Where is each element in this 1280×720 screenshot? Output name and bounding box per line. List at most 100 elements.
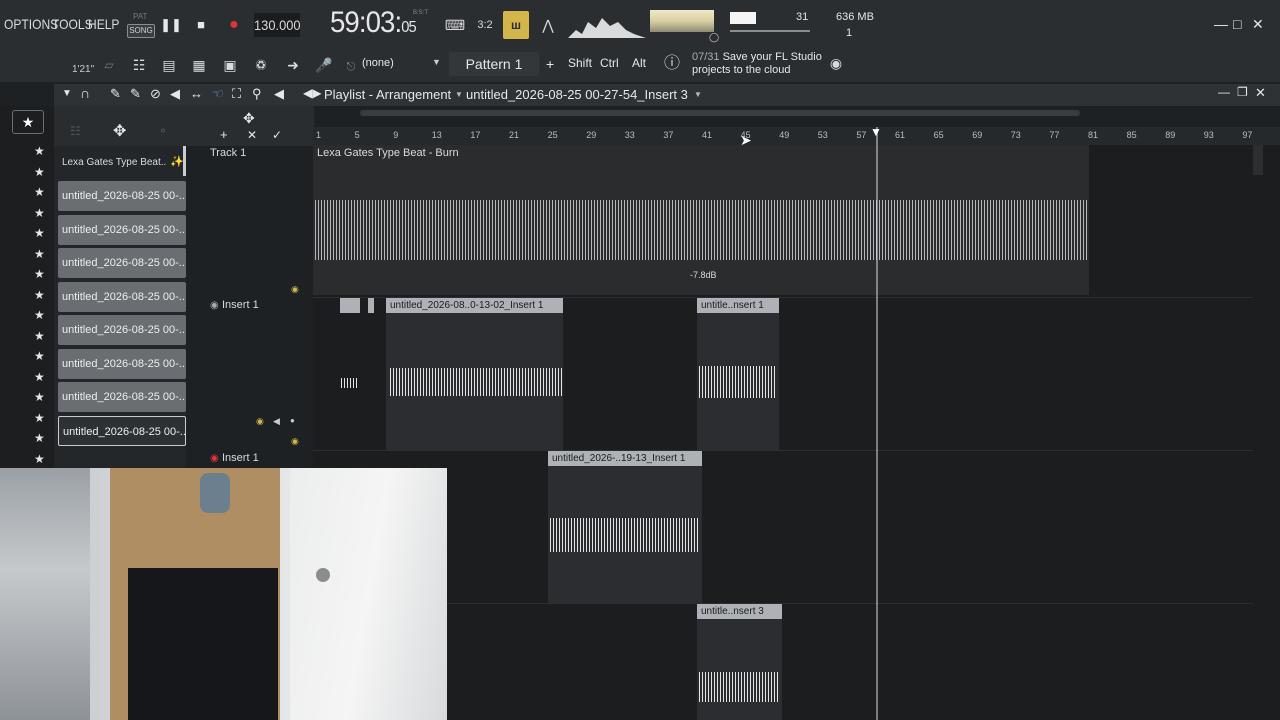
track-settings-icon[interactable]: ◉ (256, 416, 264, 427)
song-time-display[interactable]: 59:03:05 (330, 6, 417, 40)
tempo-display[interactable]: 130.000 (254, 13, 301, 37)
mixer-icon[interactable]: ♽ (249, 53, 273, 77)
arrow-right-icon[interactable]: ➜ (281, 53, 305, 77)
globe-icon[interactable]: ◉ (824, 51, 848, 75)
star-icon[interactable]: ★ (34, 267, 45, 281)
track-dot-icon[interactable]: ◉ (291, 436, 299, 447)
picker-clip[interactable]: untitled_2026-08-25 00-.. (58, 315, 186, 345)
close-icon[interactable]: ✕ (1255, 85, 1266, 101)
star-icon[interactable]: ★ (34, 288, 45, 302)
menu-tools[interactable]: TOOLS (52, 16, 93, 32)
chevron-down-icon[interactable]: ▼ (455, 90, 463, 99)
add-pattern-button[interactable]: + (546, 56, 554, 72)
star-icon[interactable]: ★ (34, 226, 45, 240)
star-icon[interactable]: ★ (34, 370, 45, 384)
countdown-icon[interactable]: 3:2 (473, 13, 497, 37)
star-icon[interactable]: ★ (34, 185, 45, 199)
star-icon[interactable]: ★ (34, 411, 45, 425)
picker-header[interactable]: Lexa Gates Type Beat.. (62, 157, 166, 168)
remove-icon[interactable]: ✕ (247, 128, 257, 142)
move-icon[interactable]: ✥ (113, 121, 126, 141)
star-icon[interactable]: ★ (34, 349, 45, 363)
maximize-icon[interactable]: □ (1233, 16, 1241, 32)
close-icon[interactable]: ✕ (1252, 16, 1264, 33)
picker-scrollbar[interactable] (183, 146, 186, 176)
playhead-marker-icon[interactable]: ▼ (870, 125, 882, 139)
channel-rack-icon[interactable]: ▣ (218, 53, 242, 77)
zoom-icon[interactable]: ⚲ (252, 86, 262, 102)
step-edit-icon[interactable]: ш (503, 11, 529, 39)
slip-icon[interactable]: ↔ (190, 86, 203, 101)
picker-clip-selected[interactable]: untitled_2026-08-25 00-.. (58, 416, 186, 446)
zoom-fit-icon[interactable]: ⛶ (232, 86, 241, 102)
pattern-selector[interactable]: Pattern 1 (449, 52, 539, 76)
track-dot-icon[interactable]: ◉ (291, 284, 299, 295)
snap-selector[interactable]: (none) (362, 57, 394, 69)
arrows-icon[interactable]: ◀▶ (303, 86, 321, 100)
piano-roll-icon[interactable]: ▤ (157, 53, 181, 77)
track-2-name[interactable]: Insert 1 (222, 299, 259, 311)
select-icon[interactable]: ☜ (212, 86, 224, 102)
playhead[interactable] (876, 127, 878, 720)
typing-keyboard-icon[interactable]: ⌨ (443, 13, 467, 37)
track-mute-icon[interactable]: ◉ (210, 300, 219, 311)
pause-icon[interactable]: ❚❚ (160, 14, 182, 36)
grid-icon[interactable]: ☷ (70, 124, 81, 138)
picker-clip[interactable]: untitled_2026-08-25 00-.. (58, 215, 186, 245)
magnet-icon[interactable]: ∩ (80, 85, 90, 101)
browser-icon[interactable]: ▦ (187, 53, 211, 77)
chevron-down-icon[interactable]: ▼ (694, 90, 702, 99)
star-icon[interactable]: ★ (34, 144, 45, 158)
track-record-icon[interactable]: ◉ (210, 453, 219, 464)
star-icon[interactable]: ★ (34, 206, 45, 220)
lock-icon[interactable]: ▱ (97, 53, 121, 77)
star-icon[interactable]: ★ (34, 329, 45, 343)
edit-icon[interactable]: ✓ (272, 128, 282, 142)
region-stub[interactable] (340, 298, 360, 313)
paint-icon[interactable]: ✎ (130, 86, 141, 102)
picker-clip[interactable]: untitled_2026-08-25 00-.. (58, 181, 186, 211)
track-1-name[interactable]: Track 1 (210, 147, 246, 159)
vertical-scrollbar[interactable] (1253, 145, 1263, 175)
mute-icon[interactable]: ◀ (170, 86, 180, 102)
region-stub[interactable] (368, 298, 374, 313)
track-rec-icon[interactable]: ● (290, 416, 295, 425)
record-icon[interactable]: ● (223, 14, 245, 36)
add-track-icon[interactable]: + (220, 127, 228, 142)
star-icon[interactable]: ★ (34, 390, 45, 404)
minimize-icon[interactable]: — (1218, 85, 1230, 99)
track-sound-icon[interactable]: ◀ (273, 416, 280, 427)
master-knob-icon[interactable]: ◯ (709, 32, 719, 43)
favorites-star-button[interactable]: ★ (12, 110, 44, 134)
song-mode-button[interactable]: SONG (127, 24, 155, 38)
minimize-icon[interactable]: — (1214, 16, 1228, 32)
metronome-icon[interactable]: ⋀ (536, 13, 560, 37)
stop-icon[interactable]: ■ (190, 14, 212, 36)
star-icon[interactable]: ★ (34, 247, 45, 261)
picker-clip[interactable]: untitled_2026-08-25 00-.. (58, 282, 186, 312)
scroll-icon[interactable]: ✥ (243, 110, 255, 127)
alt-key-button[interactable]: Alt (632, 56, 646, 70)
menu-options[interactable]: OPTIONS (4, 16, 58, 32)
help-icon[interactable]: ⓘ (660, 52, 684, 76)
track-3-name[interactable]: Insert 1 (222, 452, 259, 464)
picker-clip[interactable]: untitled_2026-08-25 00-.. (58, 248, 186, 278)
horizontal-scrollbar[interactable] (360, 110, 1080, 116)
star-icon[interactable]: ★ (34, 452, 45, 466)
restore-icon[interactable]: ❐ (1237, 85, 1248, 99)
audio-region[interactable] (697, 604, 782, 720)
chevron-down-icon[interactable]: ▼ (432, 57, 441, 67)
headphones-icon[interactable]: ⎋ (339, 55, 363, 79)
delete-icon[interactable]: ⊘ (150, 86, 161, 102)
ctrl-key-button[interactable]: Ctrl (600, 56, 619, 70)
star-icon[interactable]: ★ (34, 431, 45, 445)
playback-icon[interactable]: ◀ (274, 86, 284, 102)
menu-help[interactable]: HELP (88, 16, 119, 32)
playlist-icon[interactable]: ☷ (127, 53, 151, 77)
picker-clip[interactable]: untitled_2026-08-25 00-.. (58, 382, 186, 412)
shift-key-button[interactable]: Shift (568, 56, 592, 70)
picker-clip[interactable]: untitled_2026-08-25 00-.. (58, 349, 186, 379)
star-icon[interactable]: ★ (34, 308, 45, 322)
menu-arrow-icon[interactable]: ▼ (62, 88, 72, 99)
pencil-icon[interactable]: ✎ (110, 86, 121, 102)
